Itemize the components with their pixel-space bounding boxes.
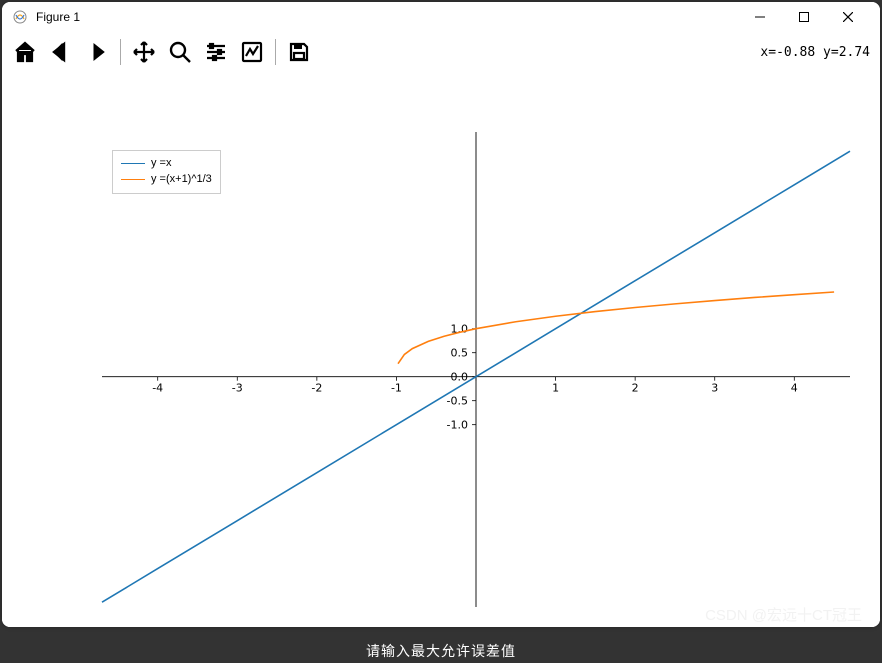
pan-button[interactable] [127,35,161,69]
legend-entry: y =(x+1)^1/3 [121,171,212,187]
svg-text:1: 1 [552,382,559,395]
svg-text:4: 4 [791,382,798,395]
svg-text:-1: -1 [391,382,402,395]
svg-text:3: 3 [711,382,718,395]
legend-label: y =(x+1)^1/3 [151,171,212,187]
legend-entry: y =x [121,155,212,171]
legend-swatch [121,163,145,164]
legend: y =x y =(x+1)^1/3 [112,150,221,194]
svg-text:-4: -4 [152,382,163,395]
cursor-coordinates: x=-0.88 y=2.74 [760,45,874,60]
app-icon [12,9,28,25]
configure-button[interactable] [199,35,233,69]
svg-text:0.0: 0.0 [451,371,469,384]
minimize-button[interactable] [738,3,782,31]
svg-text:0.5: 0.5 [451,347,469,360]
svg-text:-2: -2 [311,382,322,395]
toolbar: x=-0.88 y=2.74 [2,32,880,72]
edit-button[interactable] [235,35,269,69]
forward-button[interactable] [80,35,114,69]
figure-window: Figure 1 [2,2,880,627]
close-button[interactable] [826,3,870,31]
plot-area[interactable]: -4-3-2-11234-1.0-0.50.00.51.0 y =x y =(x… [2,72,880,627]
legend-label: y =x [151,155,171,171]
svg-text:-0.5: -0.5 [447,395,468,408]
window-title: Figure 1 [36,10,80,24]
titlebar: Figure 1 [2,2,880,32]
back-button[interactable] [44,35,78,69]
svg-text:-3: -3 [232,382,243,395]
maximize-button[interactable] [782,3,826,31]
toolbar-separator [120,39,121,65]
home-button[interactable] [8,35,42,69]
svg-text:-1.0: -1.0 [447,419,468,432]
save-button[interactable] [282,35,316,69]
svg-text:2: 2 [632,382,639,395]
toolbar-separator [275,39,276,65]
footer-prompt: 请输入最大允许误差值 [366,641,516,661]
zoom-button[interactable] [163,35,197,69]
legend-swatch [121,179,145,180]
